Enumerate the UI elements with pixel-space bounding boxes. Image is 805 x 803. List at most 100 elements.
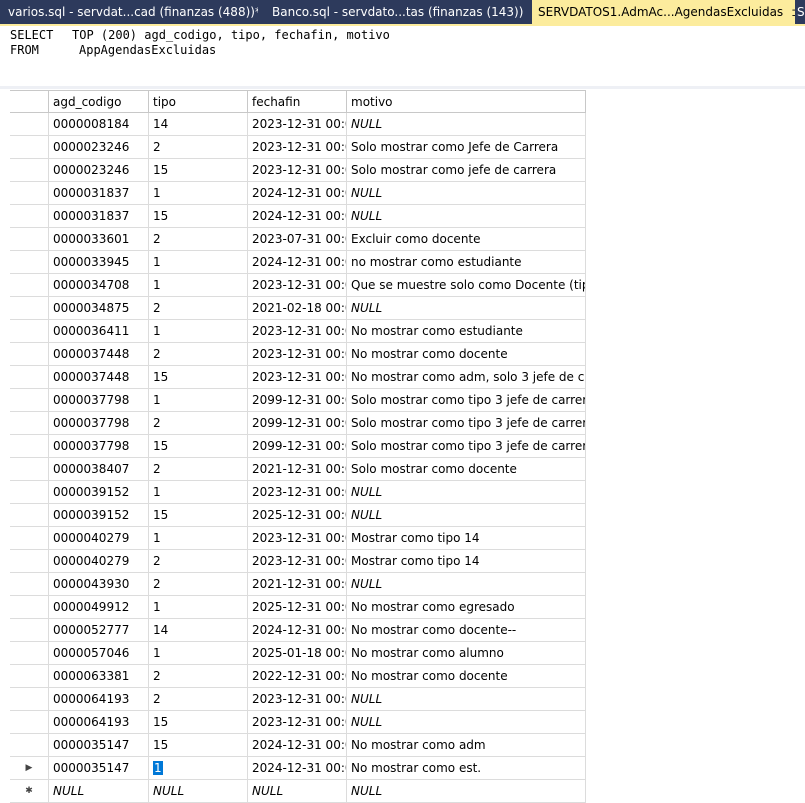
cell-tipo[interactable]: 2 (149, 228, 248, 250)
tab-agendas-excluidas[interactable]: SERVDATOS1.AdmAc...AgendasExcluidas ⊐ × (532, 0, 795, 24)
cell-agd-codigo[interactable]: 0000064193 (49, 688, 149, 710)
cell-tipo[interactable]: 15 (149, 366, 248, 388)
row-selector[interactable] (10, 688, 49, 710)
cell-agd-codigo[interactable]: 0000063381 (49, 665, 149, 687)
cell-fechafin[interactable]: 2024-12-31 00:0... (248, 757, 347, 779)
cell-tipo[interactable]: 15 (149, 159, 248, 181)
cell-tipo[interactable]: 15 (149, 504, 248, 526)
row-selector-header[interactable] (10, 91, 49, 112)
cell-fechafin[interactable]: 2023-12-31 00:0... (248, 550, 347, 572)
cell-fechafin[interactable]: 2023-07-31 00:0... (248, 228, 347, 250)
tab-varios-sql[interactable]: varios.sql - servdat...cad (finanzas (48… (8, 0, 258, 24)
cell-tipo[interactable]: 15 (149, 435, 248, 457)
cell-fechafin[interactable]: 2024-12-31 00:0... (248, 182, 347, 204)
row-selector[interactable]: ▶ (10, 757, 49, 779)
cell-agd-codigo[interactable]: 0000043930 (49, 573, 149, 595)
table-row[interactable]: 0000023246 15 2023-12-31 00:0... Solo mostr… (10, 159, 586, 182)
cell-motivo[interactable]: NULL (347, 481, 586, 503)
row-selector[interactable] (10, 619, 49, 641)
cell-fechafin[interactable]: 2024-12-31 00:0... (248, 619, 347, 641)
cell-fechafin[interactable]: 2025-12-31 00:0... (248, 596, 347, 618)
table-row[interactable]: 0000033945 1 2024-12-31 00:0... no mostrar … (10, 251, 586, 274)
cell-fechafin[interactable]: 2099-12-31 00:0... (248, 389, 347, 411)
cell-tipo[interactable]: 15 (149, 711, 248, 733)
table-row[interactable]: 0000035147 15 2024-12-31 00:0... No mostrar… (10, 734, 586, 757)
cell-fechafin[interactable]: 2025-01-18 00:0... (248, 642, 347, 664)
row-selector[interactable] (10, 343, 49, 365)
cell-tipo[interactable]: 1 (149, 481, 248, 503)
cell-tipo[interactable]: NULL (149, 780, 248, 802)
row-selector[interactable] (10, 113, 49, 135)
cell-fechafin[interactable]: 2024-12-31 00:0... (248, 205, 347, 227)
table-row[interactable]: 0000040279 1 2023-12-31 00:0... Mostrar com… (10, 527, 586, 550)
cell-motivo[interactable]: Mostrar como tipo 14 (347, 527, 586, 549)
table-row[interactable]: 0000052777 14 2024-12-31 00:0... No mostrar… (10, 619, 586, 642)
cell-tipo[interactable]: 2 (149, 573, 248, 595)
row-selector[interactable]: ✱ (10, 780, 49, 802)
cell-agd-codigo[interactable]: 0000035147 (49, 734, 149, 756)
cell-tipo[interactable]: 2 (149, 550, 248, 572)
cell-tipo[interactable]: 1 (149, 596, 248, 618)
cell-agd-codigo[interactable]: 0000037798 (49, 435, 149, 457)
cell-motivo[interactable]: Solo mostrar como tipo 3 jefe de carrera (347, 435, 586, 457)
table-row[interactable]: 0000038407 2 2021-12-31 00:0... Solo mostra… (10, 458, 586, 481)
cell-motivo[interactable]: NULL (347, 113, 586, 135)
cell-fechafin[interactable]: 2023-12-31 00:0... (248, 481, 347, 503)
cell-agd-codigo[interactable]: 0000039152 (49, 504, 149, 526)
cell-tipo[interactable]: 2 (149, 458, 248, 480)
cell-tipo[interactable]: 1 (149, 389, 248, 411)
table-row[interactable]: 0000037448 2 2023-12-31 00:0... No mostrar … (10, 343, 586, 366)
cell-fechafin[interactable]: 2023-12-31 00:0... (248, 320, 347, 342)
row-selector[interactable] (10, 481, 49, 503)
tab-banco-sql[interactable]: Banco.sql - servdato...tas (finanzas (14… (272, 0, 528, 24)
cell-agd-codigo[interactable]: 0000038407 (49, 458, 149, 480)
table-row[interactable]: 0000034708 1 2023-12-31 00:0... Que se mues… (10, 274, 586, 297)
cell-tipo[interactable]: 2 (149, 136, 248, 158)
cell-fechafin[interactable]: 2021-02-18 00:0... (248, 297, 347, 319)
cell-agd-codigo[interactable]: 0000023246 (49, 136, 149, 158)
table-row[interactable]: 0000031837 1 2024-12-31 00:0... NULL (10, 182, 586, 205)
cell-agd-codigo[interactable]: 0000037448 (49, 366, 149, 388)
cell-tipo[interactable]: 2 (149, 412, 248, 434)
cell-motivo[interactable]: Excluir como docente (347, 228, 586, 250)
cell-agd-codigo[interactable]: 0000052777 (49, 619, 149, 641)
cell-agd-codigo[interactable]: 0000033601 (49, 228, 149, 250)
row-selector[interactable] (10, 550, 49, 572)
cell-agd-codigo[interactable]: NULL (49, 780, 149, 802)
row-selector[interactable] (10, 366, 49, 388)
pane-splitter[interactable] (0, 86, 805, 89)
row-selector[interactable] (10, 320, 49, 342)
row-selector[interactable] (10, 182, 49, 204)
cell-motivo[interactable]: No mostrar como adm, solo 3 jefe de carr… (347, 366, 586, 388)
cell-fechafin[interactable]: 2023-12-31 00:0... (248, 343, 347, 365)
row-selector[interactable] (10, 205, 49, 227)
cell-agd-codigo[interactable]: 0000034708 (49, 274, 149, 296)
row-selector[interactable] (10, 711, 49, 733)
row-selector[interactable] (10, 251, 49, 273)
cell-fechafin[interactable]: 2099-12-31 00:0... (248, 412, 347, 434)
cell-motivo[interactable]: No mostrar como docente-- (347, 619, 586, 641)
cell-tipo[interactable]: 14 (149, 113, 248, 135)
cell-motivo[interactable]: No mostrar como estudiante (347, 320, 586, 342)
column-header-fechafin[interactable]: fechafin (248, 91, 347, 112)
cell-motivo[interactable]: Solo mostrar como tipo 3 jefe de carrera (347, 389, 586, 411)
table-row[interactable]: 0000063381 2 2022-12-31 00:0... No mostrar … (10, 665, 586, 688)
cell-agd-codigo[interactable]: 0000040279 (49, 527, 149, 549)
column-header-motivo[interactable]: motivo (347, 91, 586, 112)
table-row[interactable]: 0000064193 2 2023-12-31 00:0... NULL (10, 688, 586, 711)
row-selector[interactable] (10, 665, 49, 687)
cell-tipo[interactable]: 15 (149, 734, 248, 756)
cell-fechafin[interactable]: NULL (248, 780, 347, 802)
row-selector[interactable] (10, 297, 49, 319)
cell-fechafin[interactable]: 2023-12-31 00:0... (248, 711, 347, 733)
row-selector[interactable] (10, 159, 49, 181)
row-selector[interactable] (10, 435, 49, 457)
cell-agd-codigo[interactable]: 0000023246 (49, 159, 149, 181)
row-selector[interactable] (10, 274, 49, 296)
cell-agd-codigo[interactable]: 0000037448 (49, 343, 149, 365)
row-selector[interactable] (10, 734, 49, 756)
cell-tipo[interactable]: 1 (149, 757, 248, 779)
results-grid[interactable]: agd_codigo tipo fechafin motivo 00000081… (10, 90, 586, 803)
cell-motivo[interactable]: No mostrar como docente (347, 665, 586, 687)
sql-query-pane[interactable]: SELECT TOP (200) agd_codigo, tipo, fecha… (0, 26, 805, 86)
